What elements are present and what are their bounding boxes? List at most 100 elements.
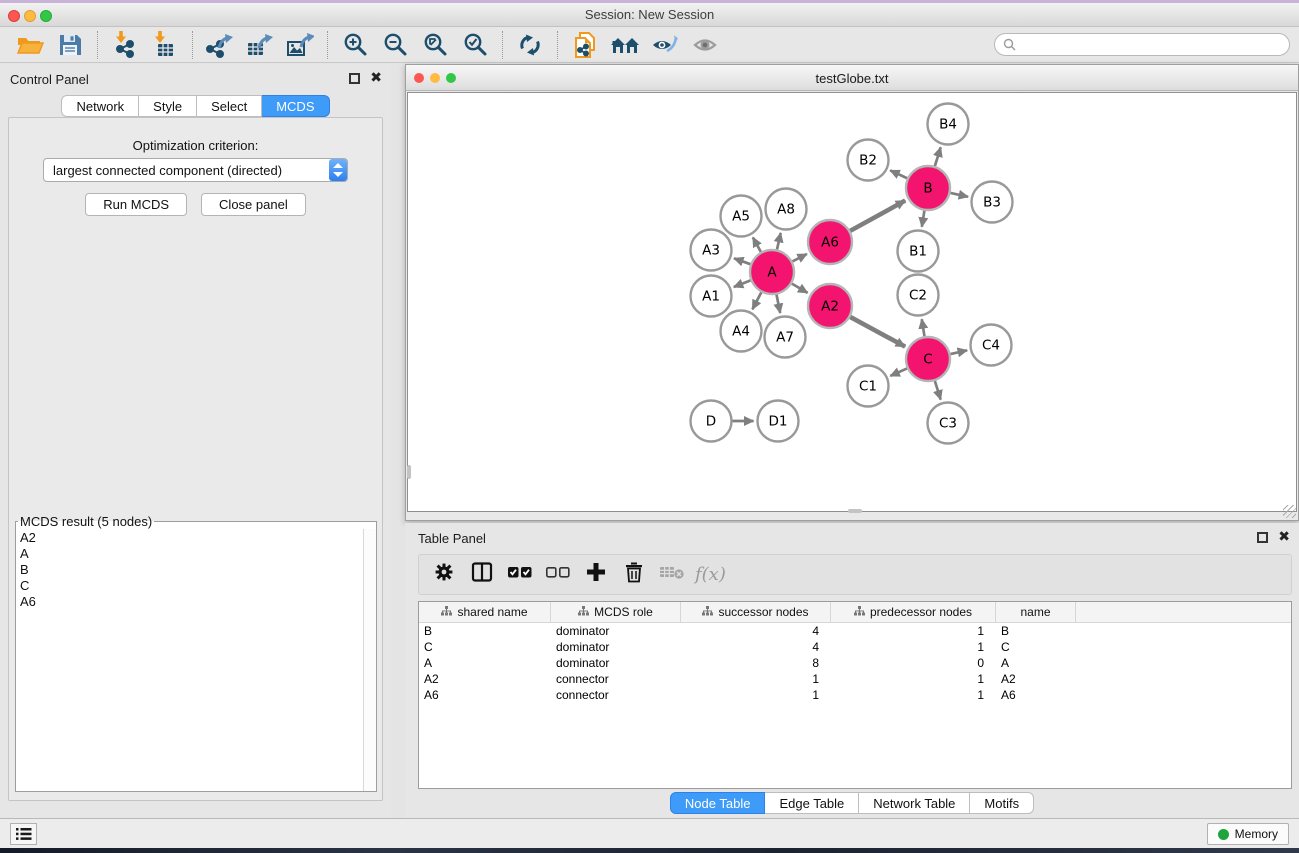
canvas-vscroll-thumb[interactable] [407, 465, 411, 479]
zoom-in-button[interactable] [335, 29, 375, 61]
network-canvas[interactable]: A5A8 A3 A1A4A7 B2 B4B3 B1C2 C4 C1 C3 D D1 A A6 A2 B C [407, 92, 1297, 512]
tab-network-table[interactable]: Network Table [859, 792, 970, 814]
delete-row-button[interactable] [617, 559, 651, 591]
node-A4[interactable]: A4 [721, 311, 762, 352]
result-scrollbar[interactable] [363, 529, 376, 791]
open-session-button[interactable] [10, 29, 50, 61]
node-D[interactable]: D [691, 401, 732, 442]
node-C3[interactable]: C3 [928, 403, 969, 444]
tab-network[interactable]: Network [61, 95, 139, 117]
result-item[interactable]: A6 [20, 594, 376, 610]
memory-button[interactable]: Memory [1207, 823, 1289, 845]
window-resize-grip[interactable] [1283, 505, 1296, 518]
run-mcds-button[interactable]: Run MCDS [85, 193, 187, 216]
import-table-button[interactable] [145, 29, 185, 61]
node-C2[interactable]: C2 [898, 275, 939, 316]
node-A5[interactable]: A5 [721, 196, 762, 237]
edge-B-B2[interactable] [890, 170, 907, 178]
tab-mcds[interactable]: MCDS [262, 95, 329, 117]
float-panel-icon[interactable] [349, 73, 360, 84]
export-image-button[interactable] [280, 29, 320, 61]
node-B4[interactable]: B4 [928, 104, 969, 145]
edge-A-A4[interactable] [752, 292, 761, 309]
edge-A-A2[interactable] [792, 284, 808, 293]
zoom-selected-button[interactable] [455, 29, 495, 61]
table-row[interactable]: Cdominator41C [419, 639, 1291, 655]
table-settings-button[interactable] [427, 559, 461, 591]
node-A7[interactable]: A7 [765, 317, 806, 358]
node-B3[interactable]: B3 [972, 182, 1013, 223]
table-row[interactable]: Adominator80A [419, 655, 1291, 671]
column-header-predecessor-nodes[interactable]: predecessor nodes [831, 602, 996, 622]
edge-C-C2[interactable] [922, 319, 925, 336]
edge-A-A8[interactable] [777, 233, 781, 250]
node-A8[interactable]: A8 [766, 189, 807, 230]
edge-B-B4[interactable] [935, 147, 941, 166]
clone-network-button[interactable] [565, 29, 605, 61]
zoom-out-button[interactable] [375, 29, 415, 61]
mcds-result-list[interactable]: A2ABCA6 [16, 529, 376, 791]
edge-C-C4[interactable] [950, 350, 967, 354]
select-all-button[interactable] [503, 559, 537, 591]
result-item[interactable]: A [20, 546, 376, 562]
zoom-fit-button[interactable] [415, 29, 455, 61]
node-C4[interactable]: C4 [971, 325, 1012, 366]
table-row[interactable]: Bdominator41B [419, 623, 1291, 639]
node-C[interactable]: C [906, 337, 950, 381]
node-A2[interactable]: A2 [808, 284, 852, 328]
canvas-hscroll-thumb[interactable] [848, 509, 862, 513]
task-history-button[interactable] [10, 823, 37, 845]
import-network-button[interactable] [105, 29, 145, 61]
show-all-button[interactable] [685, 29, 725, 61]
column-header-successor-nodes[interactable]: successor nodes [681, 602, 831, 622]
result-item[interactable]: B [20, 562, 376, 578]
node-B2[interactable]: B2 [848, 140, 889, 181]
node-D1[interactable]: D1 [758, 401, 799, 442]
result-item[interactable]: A2 [20, 530, 376, 546]
column-header-MCDS-role[interactable]: MCDS role [551, 602, 681, 622]
table-row[interactable]: A2connector11A2 [419, 671, 1291, 687]
column-header-shared-name[interactable]: shared name [419, 602, 551, 622]
save-session-button[interactable] [50, 29, 90, 61]
tab-edge-table[interactable]: Edge Table [765, 792, 859, 814]
tab-motifs[interactable]: Motifs [970, 792, 1034, 814]
node-A1[interactable]: A1 [691, 276, 732, 317]
export-network-button[interactable] [200, 29, 240, 61]
node-A3[interactable]: A3 [691, 230, 732, 271]
first-neighbors-button[interactable] [605, 29, 645, 61]
edge-A-A3[interactable] [734, 258, 750, 264]
node-A[interactable]: A [750, 250, 794, 294]
deselect-all-button[interactable] [541, 559, 575, 591]
edge-C-C1[interactable] [890, 368, 907, 376]
edge-B-B1[interactable] [922, 211, 925, 227]
add-row-button[interactable] [579, 559, 613, 591]
edge-B-B3[interactable] [950, 193, 968, 197]
edge-A6-B[interactable] [850, 201, 905, 231]
table-row[interactable]: A6connector11A6 [419, 687, 1291, 703]
edge-A-A6[interactable] [792, 254, 806, 261]
tab-style[interactable]: Style [139, 95, 197, 117]
search-input[interactable] [1021, 38, 1281, 52]
edge-A-A5[interactable] [753, 237, 761, 251]
criterion-dropdown[interactable]: largest connected component (directed) [43, 158, 348, 182]
edge-A-A1[interactable] [734, 280, 751, 287]
toggle-columns-button[interactable] [465, 559, 499, 591]
close-panel-icon[interactable]: ✖ [370, 69, 382, 86]
node-C1[interactable]: C1 [848, 366, 889, 407]
column-header-name[interactable]: name [996, 602, 1076, 622]
tab-select[interactable]: Select [197, 95, 262, 117]
edge-C-C3[interactable] [935, 381, 941, 400]
node-A6[interactable]: A6 [808, 220, 852, 264]
node-B[interactable]: B [906, 166, 950, 210]
refresh-view-button[interactable] [510, 29, 550, 61]
export-table-button[interactable] [240, 29, 280, 61]
table-float-panel-icon[interactable] [1257, 532, 1268, 543]
edge-A2-C[interactable] [850, 317, 905, 347]
edge-A-A7[interactable] [777, 295, 781, 313]
result-item[interactable]: C [20, 578, 376, 594]
search-box[interactable] [994, 33, 1290, 56]
node-B1[interactable]: B1 [898, 231, 939, 272]
hide-selected-button[interactable] [645, 29, 685, 61]
table-close-panel-icon[interactable]: ✖ [1278, 528, 1290, 545]
tab-node-table[interactable]: Node Table [670, 792, 766, 814]
